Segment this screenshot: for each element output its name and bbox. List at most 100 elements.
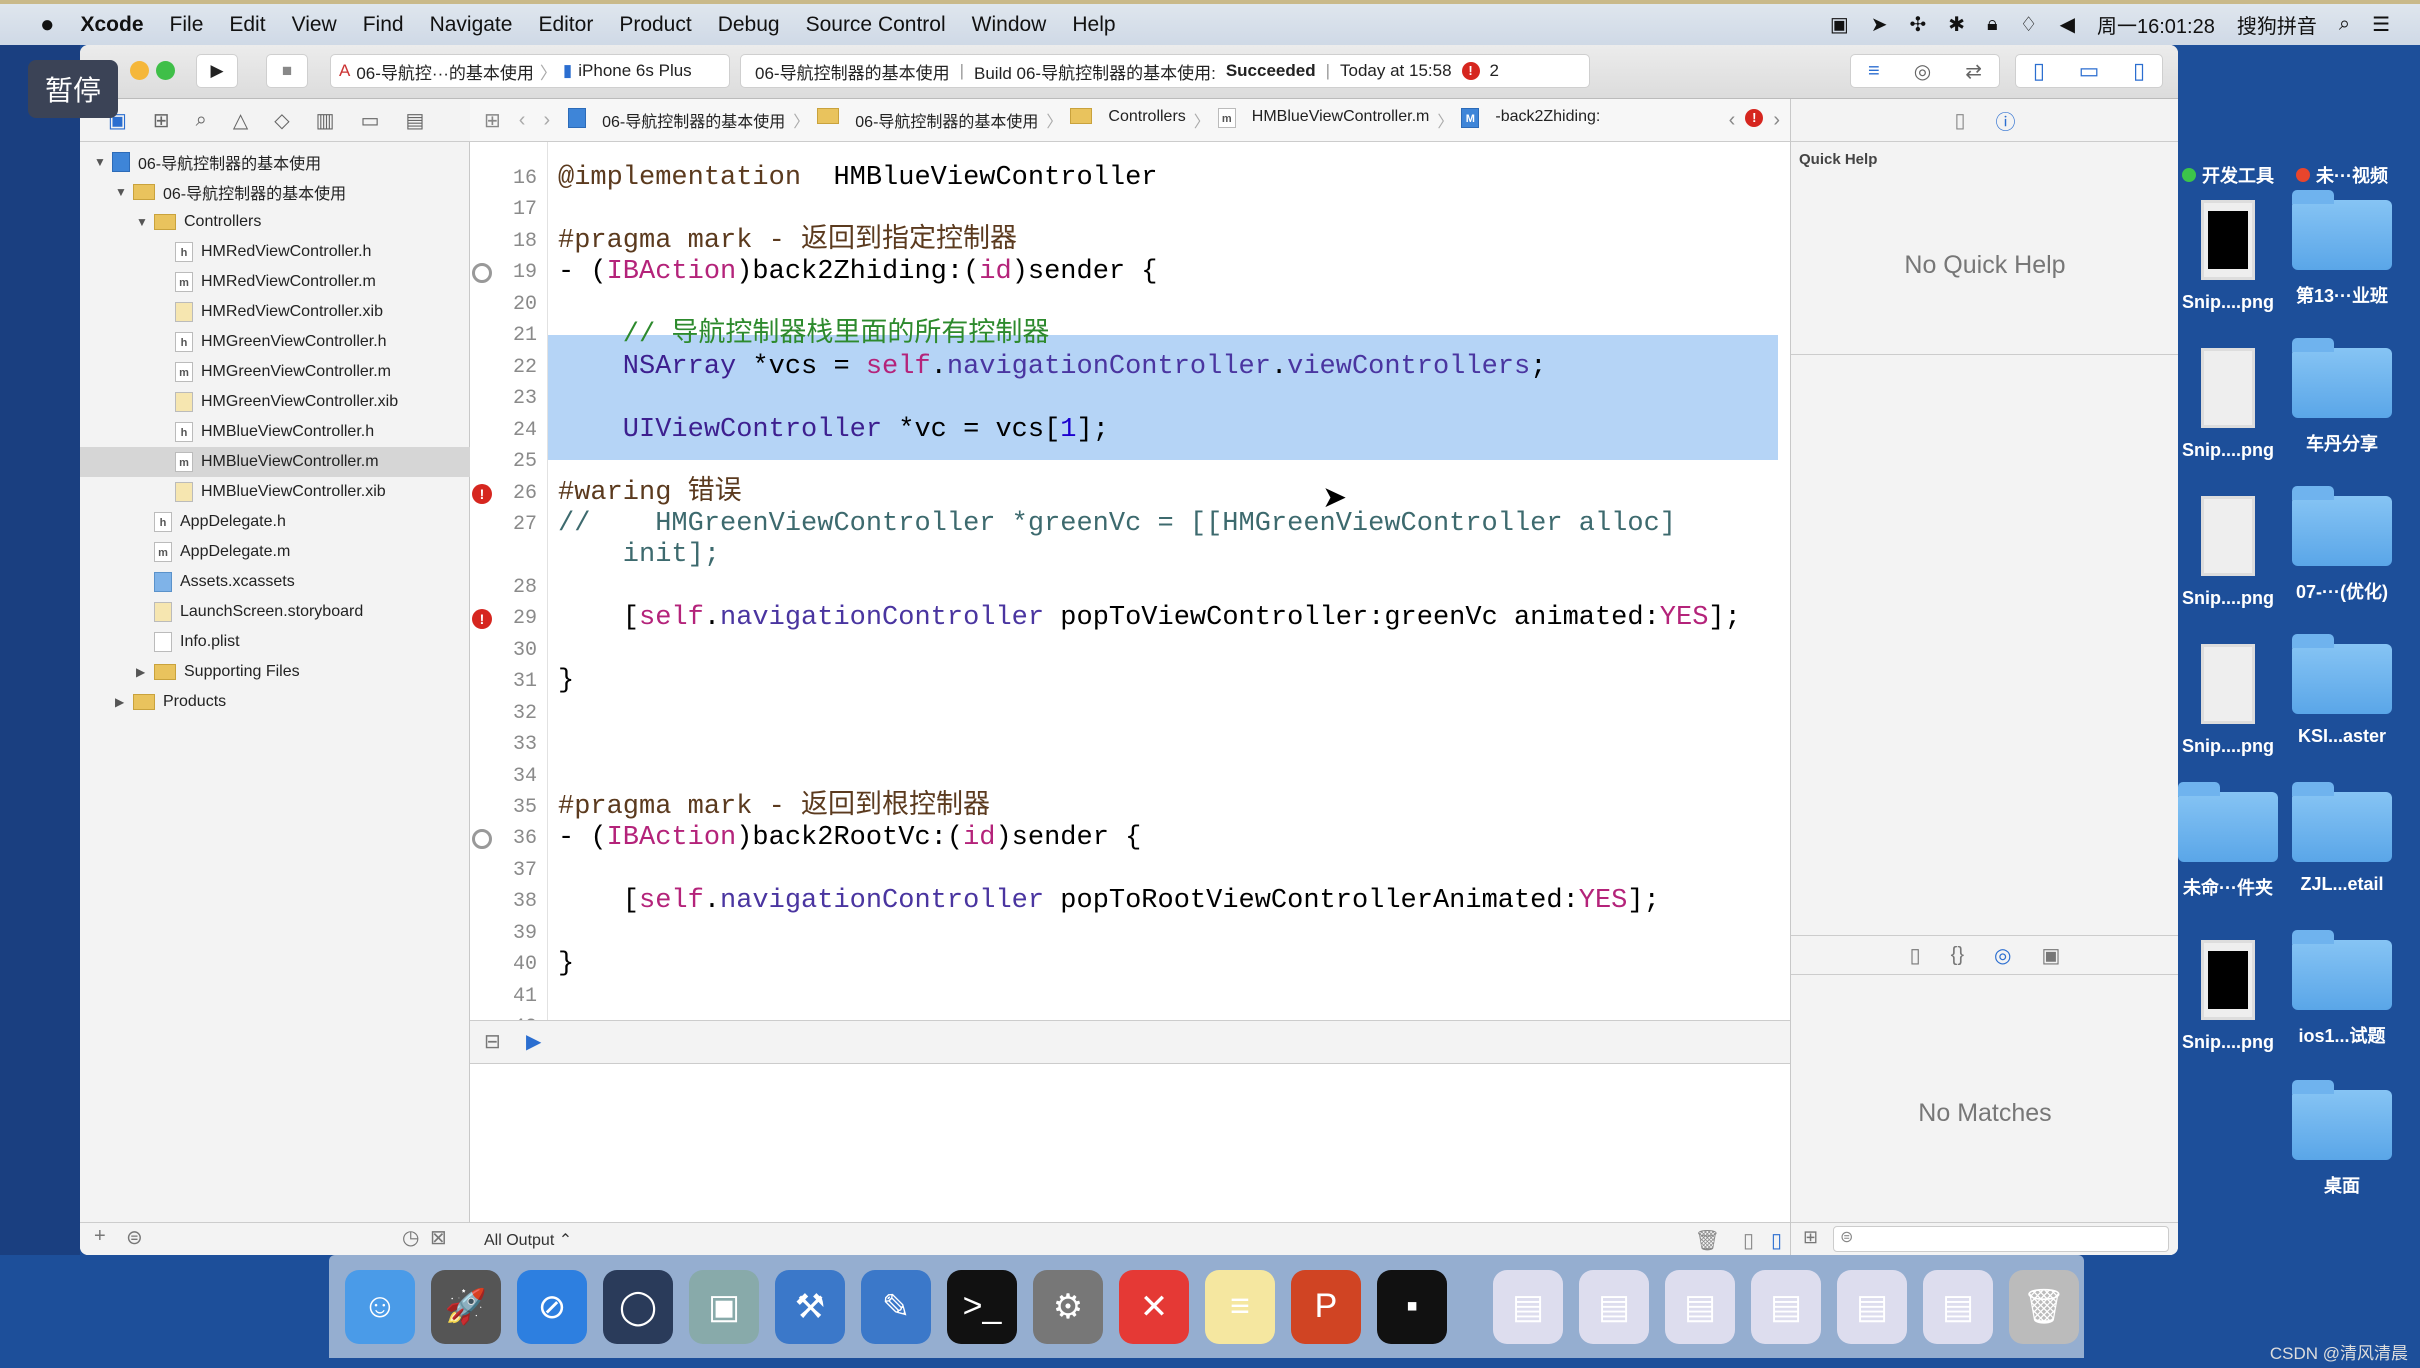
device-name[interactable]: iPhone 6s Plus	[578, 61, 691, 81]
apple-menu-icon[interactable]: ●	[40, 11, 55, 39]
error-count[interactable]: 2	[1490, 61, 1499, 81]
navigator-item[interactable]: LaunchScreen.storyboard	[80, 597, 470, 627]
dock-doc6-icon[interactable]: ▤	[1923, 1269, 1993, 1344]
navigator-item[interactable]: m HMGreenViewController.m	[80, 357, 470, 387]
menu-window[interactable]: Window	[972, 13, 1047, 37]
error-marker-icon[interactable]: !	[472, 483, 492, 504]
menu-source-control[interactable]: Source Control	[806, 13, 946, 37]
code-line[interactable]: // HMGreenViewController *greenVc = [[HM…	[558, 509, 1676, 540]
desktop-item[interactable]: ios1...试题	[2282, 930, 2402, 1048]
standard-editor-icon[interactable]: ≡	[1868, 60, 1880, 83]
recent-files-icon[interactable]: ◷	[402, 1225, 419, 1250]
desktop-item[interactable]: ZJL...etail	[2282, 782, 2402, 895]
disclosure-triangle-icon[interactable]: ▼	[94, 155, 108, 169]
outlet-connection-icon[interactable]	[472, 263, 492, 284]
dock-doc3-icon[interactable]: ▤	[1665, 1269, 1735, 1344]
dock-console-icon[interactable]: ▪	[1377, 1269, 1447, 1344]
assistant-editor-icon[interactable]: ◎	[1914, 59, 1931, 84]
menu-help[interactable]: Help	[1072, 13, 1115, 37]
disclosure-triangle-icon[interactable]: ▶	[136, 665, 150, 679]
navigator-item[interactable]: HMGreenViewController.xib	[80, 387, 470, 417]
toggle-navigator-icon[interactable]: ▯	[2033, 58, 2045, 84]
scm-filter-icon[interactable]: ⊠	[430, 1225, 447, 1250]
navigator-item[interactable]: h HMBlueViewController.h	[80, 417, 470, 447]
dock-doc4-icon[interactable]: ▤	[1751, 1269, 1821, 1344]
dock-launchpad-icon[interactable]: 🚀	[431, 1269, 501, 1344]
navigator-item[interactable]: m HMBlueViewController.m	[80, 447, 470, 477]
navigator-item[interactable]: ▼ Controllers	[80, 207, 470, 237]
report-navigator-icon[interactable]: ▤	[405, 108, 424, 133]
notification-center-icon[interactable]: ☰	[2372, 12, 2390, 37]
scheme-selector[interactable]: A 06-导航控···的基本使用 〉 ▮ iPhone 6s Plus	[330, 54, 730, 88]
test-navigator-icon[interactable]: ◇	[274, 108, 289, 133]
disclosure-triangle-icon[interactable]: ▼	[115, 185, 129, 199]
desktop-item[interactable]: Snip....png	[2168, 644, 2288, 757]
dock-mouse-icon[interactable]: ◯	[603, 1269, 673, 1344]
variables-view-icon[interactable]: ▯	[1743, 1228, 1754, 1253]
spotlight-icon[interactable]: ⌕	[2339, 13, 2350, 36]
desktop-item[interactable]: 未···视频	[2282, 162, 2402, 188]
code-line[interactable]: [self.navigationController popToRootView…	[558, 886, 1660, 917]
navigator-item[interactable]: h HMGreenViewController.h	[80, 327, 470, 357]
forward-icon[interactable]: ›	[543, 109, 550, 132]
media-library-icon[interactable]: ▣	[2041, 943, 2060, 968]
dock-safari-icon[interactable]: ⊘	[517, 1269, 587, 1344]
desktop-item[interactable]: Snip....png	[2168, 348, 2288, 461]
hide-debug-area-icon[interactable]: ⊟	[484, 1029, 501, 1054]
code-line[interactable]: NSArray *vcs = self.navigationController…	[558, 352, 1547, 383]
pause-overlay[interactable]: 暂停	[28, 60, 118, 118]
dock-doc1-icon[interactable]: ▤	[1493, 1269, 1563, 1344]
menu-file[interactable]: File	[170, 13, 204, 37]
version-editor-icon[interactable]: ⇄	[1965, 59, 1982, 84]
breakpoints-toggle-icon[interactable]: ▶	[526, 1029, 541, 1054]
code-line[interactable]: #pragma mark - 返回到根控制器	[558, 792, 990, 823]
bluetooth-icon[interactable]: ✱	[1948, 12, 1965, 37]
code-line[interactable]: [self.navigationController popToViewCont…	[558, 603, 1741, 634]
add-icon[interactable]: +	[94, 1225, 106, 1248]
menu-navigate[interactable]: Navigate	[430, 13, 513, 37]
volume-icon[interactable]: ◀	[2060, 12, 2075, 37]
toggle-debug-area-icon[interactable]: ▭	[2079, 58, 2100, 84]
back-icon[interactable]: ‹	[519, 109, 526, 132]
filter-icon[interactable]: ⊜	[126, 1225, 143, 1250]
toggle-utilities-icon[interactable]: ▯	[2133, 58, 2145, 84]
navigator-item[interactable]: h AppDelegate.h	[80, 507, 470, 537]
next-issue-icon[interactable]: ›	[1773, 109, 1780, 132]
output-filter-select[interactable]: All Output ⌃	[484, 1230, 572, 1250]
navigator-item[interactable]: Assets.xcassets	[80, 567, 470, 597]
file-template-library-icon[interactable]: ▯	[1910, 943, 1921, 968]
clock[interactable]: 周一16:01:28	[2097, 10, 2215, 39]
code-line[interactable]: - (IBAction)back2Zhiding:(id)sender {	[558, 257, 1158, 288]
code-line[interactable]: #pragma mark - 返回到指定控制器	[558, 226, 1017, 257]
desktop-item[interactable]: 第13···业班	[2282, 190, 2402, 308]
dock-instruments-icon[interactable]: ✎	[861, 1269, 931, 1344]
find-navigator-icon[interactable]: ⌕	[196, 109, 207, 132]
dock-doc2-icon[interactable]: ▤	[1579, 1269, 1649, 1344]
quick-help-icon[interactable]: ⓘ	[1996, 106, 2016, 135]
related-items-icon[interactable]: ⊞	[484, 108, 501, 133]
network-icon[interactable]: ✣	[1910, 12, 1927, 37]
library-grid-icon[interactable]: ⊞	[1803, 1227, 1818, 1248]
navigator-item[interactable]: h HMRedViewController.h	[80, 237, 470, 267]
desktop-item[interactable]: 开发工具	[2168, 162, 2288, 188]
dock-doc5-icon[interactable]: ▤	[1837, 1269, 1907, 1344]
navigator-item[interactable]: HMBlueViewController.xib	[80, 477, 470, 507]
desktop-item[interactable]: 车丹分享	[2282, 338, 2402, 456]
menu-xcode[interactable]: Xcode	[81, 13, 144, 37]
code-line[interactable]: - (IBAction)back2RootVc:(id)sender {	[558, 823, 1141, 854]
code-line[interactable]: // 导航控制器栈里面的所有控制器	[558, 320, 1050, 351]
menu-product[interactable]: Product	[619, 13, 691, 37]
error-marker-icon[interactable]: !	[472, 609, 492, 630]
minimize-button[interactable]	[130, 61, 149, 80]
stop-button[interactable]: ■	[266, 54, 308, 88]
menu-find[interactable]: Find	[363, 13, 404, 37]
desktop-item[interactable]: Snip....png	[2168, 496, 2288, 609]
code-line[interactable]: @implementation HMBlueViewController	[558, 163, 1158, 194]
menu-editor[interactable]: Editor	[538, 13, 593, 37]
navigator-item[interactable]: ▶ Supporting Files	[80, 657, 470, 687]
screen-record-icon[interactable]: ▣	[1830, 12, 1849, 37]
source-editor[interactable]: 16 17 18 19 20 21 22 23 24 25 26! 27 28 29! 30 31 32 33 34…	[470, 142, 1790, 1020]
jump-bar-item[interactable]: 06-导航控制器的基本使用	[855, 108, 1038, 132]
dock-xmind-icon[interactable]: ✕	[1119, 1269, 1189, 1344]
ime-indicator[interactable]: 搜狗拼音	[2237, 10, 2317, 39]
